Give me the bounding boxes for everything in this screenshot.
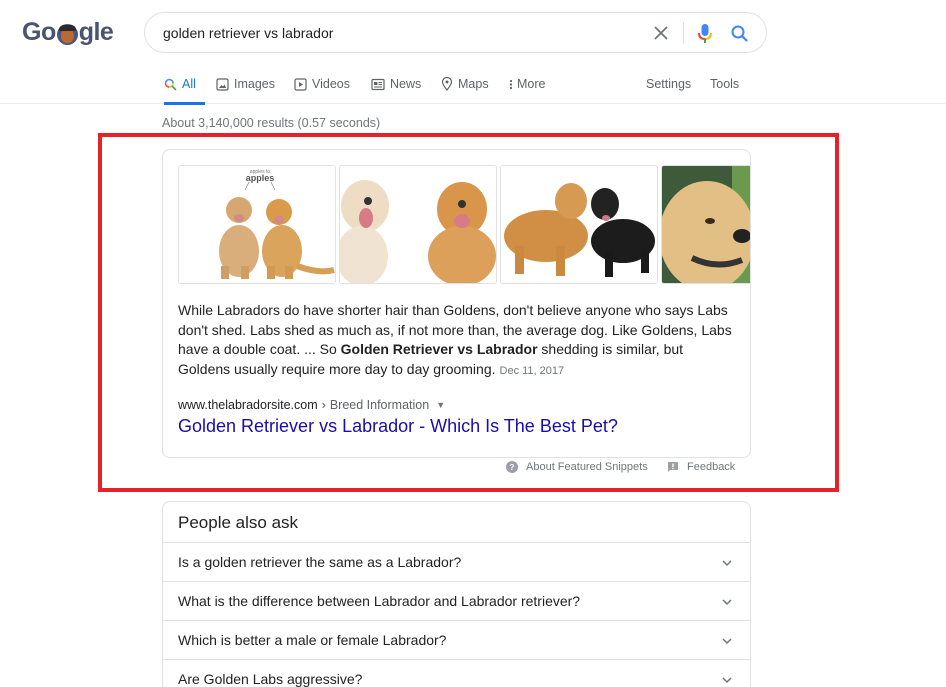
image-caption-big: apples (246, 173, 275, 183)
cite-separator: › (321, 398, 326, 412)
paa-title: People also ask (178, 513, 299, 532)
chevron-down-icon (721, 673, 733, 685)
snippet-image-2[interactable] (339, 165, 497, 284)
logo-text-start: Go (22, 17, 56, 46)
search-bar-divider (683, 22, 684, 44)
svg-text:?: ? (510, 463, 515, 472)
tab-label: All (182, 77, 196, 91)
tab-news[interactable]: News (371, 66, 421, 104)
paa-question-text: What is the difference between Labrador … (178, 593, 581, 609)
microphone-icon[interactable] (695, 22, 715, 46)
result-stats: About 3,140,000 results (0.57 seconds) (162, 116, 381, 130)
play-icon (294, 77, 307, 91)
chevron-down-icon (721, 595, 733, 607)
tab-label: Maps (458, 77, 489, 91)
doodle-portrait-icon (56, 23, 78, 45)
tab-more[interactable]: More (509, 66, 545, 104)
tools-link[interactable]: Tools (710, 66, 739, 104)
paa-question[interactable]: What is the difference between Labrador … (163, 581, 750, 620)
tab-all[interactable]: All (164, 66, 205, 105)
search-tabs: All Images Videos News Maps More Setting… (0, 66, 946, 105)
paa-question[interactable]: Which is better a male or female Labrado… (163, 620, 750, 659)
snippet-text: While Labradors do have shorter hair tha… (178, 301, 733, 381)
snippet-title-link[interactable]: Golden Retriever vs Labrador - Which Is … (178, 416, 618, 437)
snippet-date: Dec 11, 2017 (499, 364, 565, 377)
google-logo[interactable]: Go gle (22, 17, 114, 47)
more-vert-icon (509, 78, 513, 91)
close-icon[interactable] (651, 23, 671, 43)
chevron-down-icon (721, 634, 733, 646)
tab-label: More (517, 77, 546, 91)
cite-menu-icon[interactable]: ▼ (436, 400, 445, 410)
chevron-down-icon (721, 556, 733, 568)
feedback-icon (667, 461, 679, 473)
image-icon (216, 77, 229, 91)
snippet-text-bold: Golden Retriever vs Labrador (340, 341, 538, 357)
featured-snippet: apples to apples While Labradors do have… (162, 149, 751, 458)
paa-question-text: Which is better a male or female Labrado… (178, 632, 447, 648)
search-icon[interactable] (729, 23, 751, 45)
snippet-image-1[interactable]: apples to apples (178, 165, 336, 284)
feedback-link[interactable]: Feedback (667, 461, 735, 473)
snippet-cite: www.thelabradorsite.com › Breed Informat… (178, 398, 445, 412)
paa-question[interactable]: Are Golden Labs aggressive? (163, 659, 750, 687)
tab-label: News (390, 77, 422, 91)
help-icon: ? (506, 461, 518, 473)
settings-link[interactable]: Settings (646, 66, 691, 104)
about-featured-snippets-label: About Featured Snippets (526, 461, 648, 473)
feedback-label: Feedback (687, 461, 736, 473)
search-input[interactable] (163, 13, 643, 52)
paa-question-text: Is a golden retriever the same as a Labr… (178, 554, 462, 570)
tab-maps[interactable]: Maps (441, 66, 489, 104)
tab-label: Videos (312, 77, 350, 91)
logo-text-end: gle (78, 17, 114, 46)
search-icon (164, 78, 177, 91)
tab-images[interactable]: Images (216, 66, 275, 104)
paa-question[interactable]: Is a golden retriever the same as a Labr… (163, 542, 750, 581)
snippet-image-strip: apples to apples (178, 165, 750, 284)
about-featured-snippets-link[interactable]: ? About Featured Snippets (506, 461, 648, 473)
tab-label: Images (234, 77, 275, 91)
cite-path: Breed Information (329, 398, 430, 412)
tab-videos[interactable]: Videos (294, 66, 350, 104)
snippet-image-4[interactable] (661, 165, 750, 284)
newspaper-icon (371, 78, 385, 91)
search-bar (144, 12, 767, 53)
cite-domain: www.thelabradorsite.com (178, 398, 318, 412)
map-pin-icon (441, 77, 453, 91)
people-also-ask: People also ask Is a golden retriever th… (162, 501, 751, 687)
snippet-image-3[interactable] (500, 165, 658, 284)
paa-question-text: Are Golden Labs aggressive? (178, 671, 363, 687)
